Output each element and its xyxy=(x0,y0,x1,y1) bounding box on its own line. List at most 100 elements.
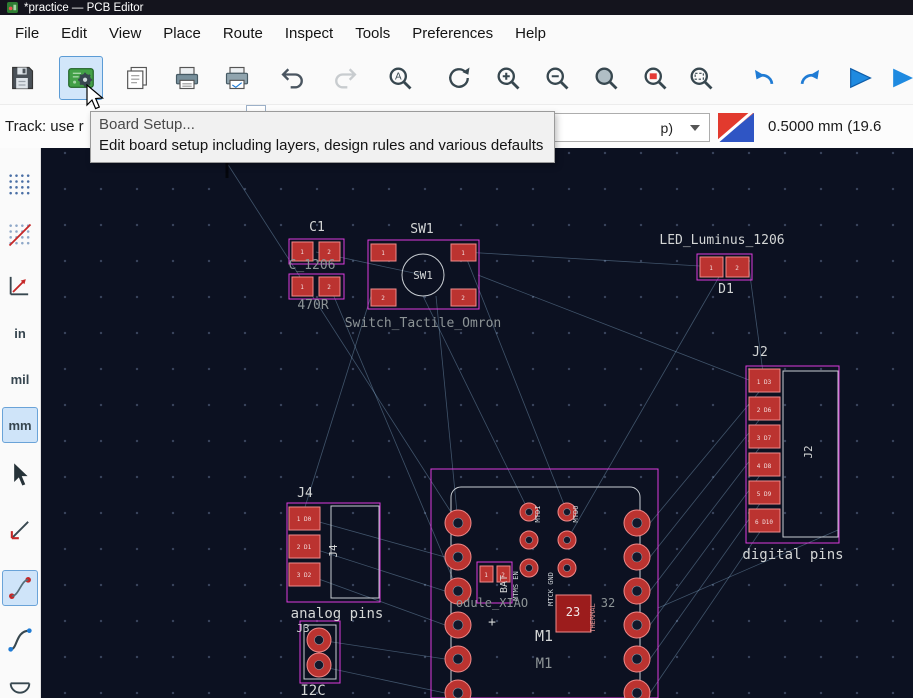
search-button[interactable]: A xyxy=(378,56,422,100)
curved-ratsnest-button[interactable] xyxy=(2,622,38,658)
svg-text:MTDI: MTDI xyxy=(534,506,542,523)
pcb-drawing: C1 C_1206 470R SW1 SW1 Switch_Tactile_Omron LE… xyxy=(225,148,844,698)
grid-dots-icon xyxy=(9,174,30,195)
menu-bar: File Edit View Place Route Inspect Tools Prefer… xyxy=(0,15,913,52)
nav-forward-icon xyxy=(800,69,819,85)
cursor-icon xyxy=(14,463,28,486)
svg-text:32: 32 xyxy=(601,596,615,610)
menu-view[interactable]: View xyxy=(98,19,152,48)
menu-file[interactable]: File xyxy=(4,19,50,48)
svg-text:THERMAL: THERMAL xyxy=(589,603,597,633)
svg-text:LED_Luminus_1206: LED_Luminus_1206 xyxy=(659,233,784,248)
undo-icon xyxy=(281,68,303,89)
local-coordinates-button[interactable] xyxy=(2,512,38,548)
svg-text:M1: M1 xyxy=(535,627,553,645)
history-forward-button[interactable] xyxy=(790,56,834,100)
undo-button[interactable] xyxy=(271,56,315,100)
plot-icon xyxy=(225,66,249,90)
menu-edit[interactable]: Edit xyxy=(50,19,98,48)
save-button[interactable] xyxy=(0,56,44,100)
svg-text:1 D3: 1 D3 xyxy=(757,379,772,386)
zoom-in-button[interactable] xyxy=(486,56,530,100)
partial-toolbar-button[interactable] xyxy=(884,56,913,100)
refresh-view-button[interactable] xyxy=(437,56,481,100)
zoom-objects-button[interactable] xyxy=(633,56,677,100)
grid-dots-button[interactable] xyxy=(2,167,38,203)
svg-text:A: A xyxy=(395,72,402,83)
print-icon xyxy=(175,66,199,90)
zoom-fit-button[interactable] xyxy=(584,56,628,100)
plot-button[interactable] xyxy=(215,56,259,100)
menu-inspect[interactable]: Inspect xyxy=(274,19,344,48)
menu-route[interactable]: Route xyxy=(212,19,274,48)
svg-text:2: 2 xyxy=(327,284,331,291)
svg-text:J4: J4 xyxy=(327,544,340,558)
redo-icon xyxy=(335,68,357,89)
tooltip-title: Board Setup... xyxy=(99,116,195,133)
zoom-out-button[interactable] xyxy=(535,56,579,100)
page-settings-button[interactable] xyxy=(115,56,159,100)
grid-select-dropdown[interactable]: p) xyxy=(553,113,710,142)
svg-text:I2C: I2C xyxy=(300,683,325,698)
run-partial-icon xyxy=(893,68,913,88)
print-button[interactable] xyxy=(165,56,209,100)
svg-text:1: 1 xyxy=(381,250,385,257)
nav-back-icon xyxy=(755,69,774,85)
history-back-button[interactable] xyxy=(740,56,784,100)
svg-text:+: + xyxy=(488,615,496,630)
polar-coordinates-button[interactable] xyxy=(2,267,38,303)
sheet-icon xyxy=(127,66,147,90)
svg-text:C1: C1 xyxy=(309,220,325,235)
pcb-canvas[interactable]: C1 C_1206 470R SW1 SW1 Switch_Tactile_Omron LE… xyxy=(40,148,913,698)
svg-text:2: 2 xyxy=(327,249,331,256)
svg-text:J2: J2 xyxy=(752,345,768,360)
refresh-icon xyxy=(449,67,470,88)
layer-pair-indicator-icon[interactable] xyxy=(718,113,754,142)
board-setup-tooltip: Board Setup... Edit board setup includin… xyxy=(90,111,556,163)
svg-text:23: 23 xyxy=(566,605,580,619)
svg-text:SW1: SW1 xyxy=(413,269,433,282)
svg-text:3 D2: 3 D2 xyxy=(297,572,312,579)
svg-text:C_1206: C_1206 xyxy=(289,258,336,273)
menu-help[interactable]: Help xyxy=(504,19,557,48)
svg-text:J3: J3 xyxy=(296,622,309,635)
svg-text:2: 2 xyxy=(501,572,505,579)
svg-text:SW1: SW1 xyxy=(410,222,433,237)
svg-text:2 D6: 2 D6 xyxy=(757,407,772,414)
svg-text:4 D8: 4 D8 xyxy=(757,463,772,470)
partial-bottom-icon xyxy=(9,682,31,694)
svg-text:M1: M1 xyxy=(536,656,553,672)
track-width-value: 0.5000 mm (19.6 xyxy=(768,118,882,135)
zoom-in-icon xyxy=(497,67,520,90)
svg-text:J4: J4 xyxy=(297,486,313,501)
svg-text:2: 2 xyxy=(381,295,385,302)
partial-bottom-button[interactable] xyxy=(2,670,38,698)
units-mm-button[interactable]: mm xyxy=(2,407,38,443)
svg-text:analog pins: analog pins xyxy=(291,606,384,622)
redo-button[interactable] xyxy=(323,56,367,100)
svg-text:470R: 470R xyxy=(297,298,328,313)
tooltip-description: Edit board setup including layers, desig… xyxy=(99,137,544,154)
zoom-selection-button[interactable] xyxy=(679,56,723,100)
svg-text:2 D1: 2 D1 xyxy=(297,544,312,551)
run-icon xyxy=(850,67,872,89)
svg-text:digital pins: digital pins xyxy=(742,547,843,563)
polar-icon xyxy=(9,276,29,296)
svg-text:D1: D1 xyxy=(718,282,734,297)
ratsnest-icon xyxy=(9,577,31,599)
cursor-shape-button[interactable] xyxy=(2,457,38,493)
svg-text:2: 2 xyxy=(735,265,739,272)
grid-select-value: p) xyxy=(660,119,673,136)
svg-text:1: 1 xyxy=(300,249,304,256)
units-mils-button[interactable]: mil xyxy=(2,361,38,397)
title-bar: *practice — PCB Editor xyxy=(0,0,913,15)
run-button[interactable] xyxy=(838,56,882,100)
menu-place[interactable]: Place xyxy=(152,19,212,48)
units-inches-button[interactable]: in xyxy=(2,315,38,351)
ratsnest-visibility-button[interactable] xyxy=(2,570,38,606)
menu-preferences[interactable]: Preferences xyxy=(401,19,504,48)
local-coords-icon xyxy=(10,521,29,540)
menu-tools[interactable]: Tools xyxy=(344,19,401,48)
grid-override-button[interactable] xyxy=(2,217,38,253)
app-icon xyxy=(7,2,18,13)
